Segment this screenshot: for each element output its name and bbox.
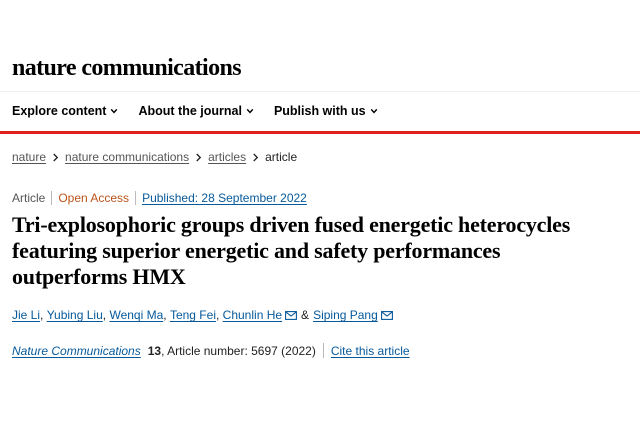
author-ampersand: & (301, 308, 310, 322)
article-number: , Article number: 5697 (2022) (161, 343, 316, 358)
header-divider (0, 91, 640, 92)
chevron-right-icon (53, 153, 59, 161)
mail-icon[interactable] (380, 310, 393, 320)
nav-about-the-journal[interactable]: About the journal (138, 104, 254, 118)
journal-link[interactable]: Nature Communications (12, 344, 141, 358)
article-title: Tri-explosophoric groups driven fused en… (12, 212, 571, 289)
author-separator: , (102, 308, 107, 322)
chevron-down-icon (111, 108, 118, 114)
published-date-link[interactable]: Published: 28 September 2022 (142, 191, 307, 205)
citation-line: Nature Communications 13 , Article numbe… (12, 343, 410, 358)
breadcrumb-articles[interactable]: articles (208, 150, 246, 164)
author-separator: , (40, 308, 44, 322)
chevron-down-icon (370, 108, 377, 114)
cite-this-article-link[interactable]: Cite this article (331, 344, 410, 358)
article-meta: Article Open Access Published: 28 Septem… (12, 191, 307, 205)
nav-label: About the journal (138, 104, 242, 118)
main-nav: Explore content About the journal Publis… (12, 104, 378, 118)
meta-divider (135, 191, 137, 205)
breadcrumb-current: article (265, 150, 298, 164)
breadcrumb: nature nature communications articles ar… (12, 150, 297, 164)
author-link[interactable]: Jie Li (12, 308, 40, 322)
article-type: Article (12, 191, 46, 205)
site-logo[interactable]: nature communications (12, 55, 242, 82)
breadcrumb-nature[interactable]: nature (12, 150, 46, 164)
mail-icon[interactable] (285, 310, 297, 320)
chevron-right-icon (253, 153, 259, 161)
chevron-right-icon (196, 153, 202, 161)
author-link[interactable]: Siping Pang (313, 308, 378, 322)
accent-bar (0, 131, 640, 134)
author-separator: , (215, 308, 220, 322)
open-access-badge: Open Access (58, 191, 130, 205)
chevron-down-icon (246, 108, 254, 114)
nav-label: Publish with us (273, 104, 366, 118)
breadcrumb-nature-communications[interactable]: nature communications (65, 150, 189, 164)
author-link[interactable]: Teng Fei (170, 308, 216, 322)
citation-divider (322, 343, 324, 358)
author-link[interactable]: Wenqi Ma (109, 308, 163, 322)
author-link[interactable]: Yubing Liu (47, 308, 103, 322)
nav-label: Explore content (12, 104, 107, 118)
author-link[interactable]: Chunlin He (223, 308, 282, 322)
nav-publish-with-us[interactable]: Publish with us (274, 104, 378, 118)
meta-divider (51, 191, 53, 205)
volume-number: 13 (147, 343, 162, 358)
nav-explore-content[interactable]: Explore content (12, 104, 118, 118)
author-list: Jie Li , Yubing Liu , Wenqi Ma , Teng Fe… (12, 308, 393, 322)
author-separator: , (163, 308, 167, 322)
